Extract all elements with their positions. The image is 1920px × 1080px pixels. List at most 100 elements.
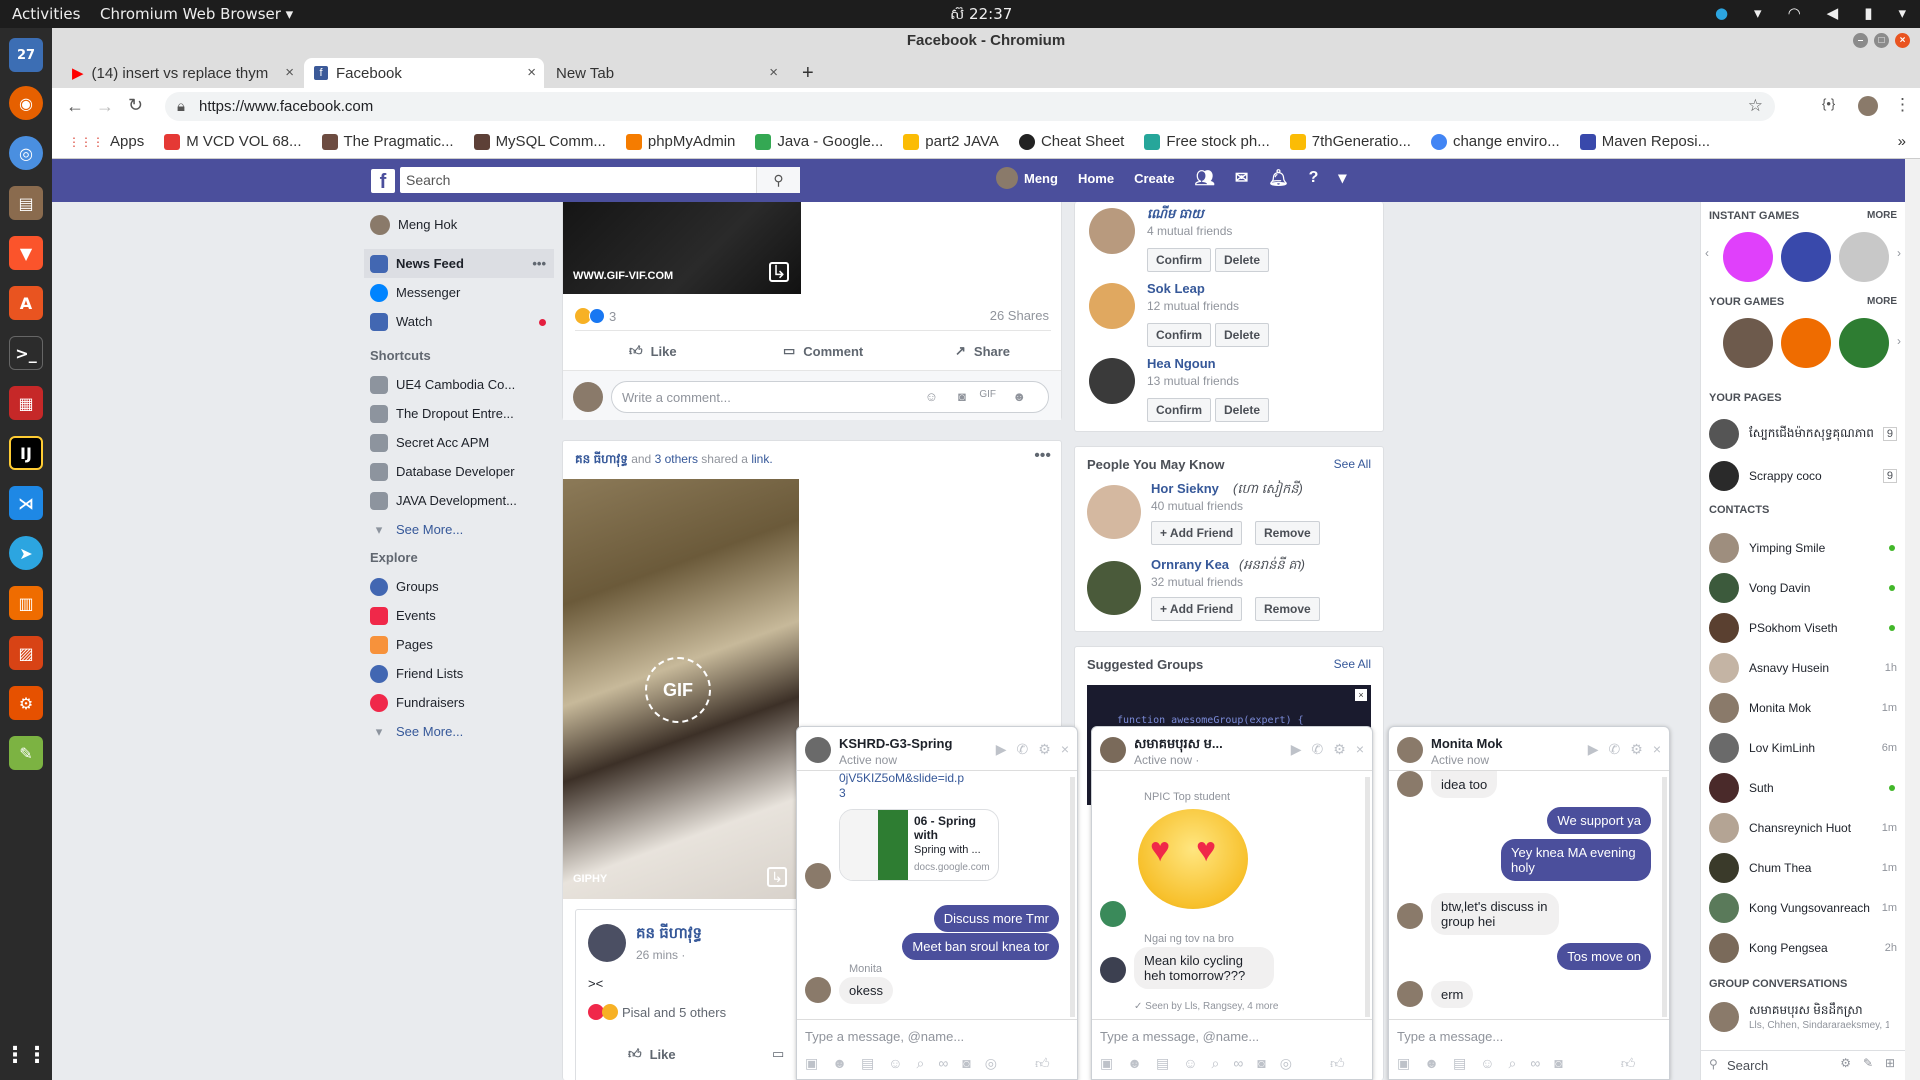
friend-requests-icon[interactable]: 👥︎ (1195, 168, 1215, 188)
link-icon[interactable]: ∞ (1530, 1055, 1540, 1072)
chevron-right-icon[interactable]: › (1897, 334, 1901, 348)
like-button[interactable]: 👍︎ Like (628, 1046, 676, 1062)
tab-new-tab[interactable]: New Tab × (546, 58, 786, 88)
home-link[interactable]: Home (1078, 171, 1114, 186)
new-group-icon[interactable]: ⊞ (1885, 1056, 1895, 1070)
close-tab-icon[interactable]: × (285, 64, 294, 81)
brave-icon[interactable]: ▼ (9, 236, 43, 270)
remove-button[interactable]: Remove (1255, 521, 1320, 545)
share-count[interactable]: 26 Shares (990, 308, 1049, 323)
avatar[interactable] (1089, 283, 1135, 329)
heart-eyes-sticker[interactable]: ♥ ♥ (1138, 809, 1248, 909)
notifications-bell-icon[interactable]: 🔔︎ (1268, 168, 1288, 188)
video-call-icon[interactable]: ▶ (1291, 741, 1302, 758)
sticker-icon[interactable]: ☻ (832, 1055, 847, 1072)
gear-icon[interactable]: ⚙ (1333, 741, 1346, 758)
contact-item[interactable]: Monita Mok 1m (1709, 690, 1899, 726)
back-icon[interactable]: ← (66, 96, 84, 117)
profile-avatar[interactable] (1858, 96, 1878, 116)
settings-icon[interactable]: ⚙ (9, 686, 43, 720)
confirm-button[interactable]: Confirm (1147, 398, 1211, 422)
bookmark-item[interactable]: part2 JAVA (893, 133, 1009, 150)
shortcut-item[interactable]: JAVA Development... (364, 486, 554, 515)
more-options-icon[interactable]: ••• (532, 256, 546, 271)
add-friend-button[interactable]: + Add Friend (1151, 521, 1243, 545)
profile-link[interactable]: Meng Hok (364, 210, 554, 239)
chat-header[interactable]: Monita Mok Active now ▶ ✆ ⚙ × (1389, 727, 1669, 771)
like-button[interactable]: 👍︎ Like (629, 343, 677, 359)
audio-icon[interactable]: ◎ (985, 1055, 997, 1072)
gear-icon[interactable]: ⚙ (1840, 1056, 1851, 1070)
avatar[interactable] (1089, 208, 1135, 254)
bookmark-item[interactable]: 7thGeneratio... (1280, 133, 1421, 150)
files-icon[interactable]: ▤ (9, 186, 43, 220)
open-icon[interactable]: ↳ (769, 262, 789, 282)
telegram-icon[interactable]: ➤ (9, 536, 43, 570)
shared-link[interactable]: 0jV5KIZ5oM&slide=id.p3 (839, 771, 969, 801)
video-call-icon[interactable]: ▶ (1588, 741, 1599, 758)
battery-icon[interactable]: ▮ (1864, 4, 1872, 22)
confirm-button[interactable]: Confirm (1147, 323, 1211, 347)
comment-icon[interactable]: ▭ (772, 1046, 784, 1062)
explore-item-friend-lists[interactable]: Friend Lists (364, 659, 554, 688)
author-link[interactable]: គន ធីហាវុទ្ធ (636, 924, 702, 946)
link-icon[interactable]: ∞ (938, 1055, 948, 1072)
tab-youtube[interactable]: ▶ (14) insert vs replace thym × (62, 58, 302, 88)
page-scrollbar[interactable] (1905, 159, 1920, 1080)
firefox-icon[interactable]: ◉ (9, 86, 43, 120)
group-conversation-item[interactable]: សមាគមបុរស មិនដឹកស្រា Lls, Chhen, Sindara… (1709, 1002, 1899, 1038)
presentation-icon[interactable]: ▨ (9, 636, 43, 670)
person-name[interactable]: Ornrany Kea (1151, 557, 1229, 572)
tab-facebook[interactable]: f Facebook × (304, 58, 544, 88)
image-icon[interactable]: ▣ (1100, 1055, 1113, 1072)
message-input[interactable]: Type a message, @name... (1100, 1029, 1259, 1044)
chat-title[interactable]: Monita Mok (1431, 736, 1503, 751)
shortcuts-see-more[interactable]: ▾ See More... (364, 515, 554, 544)
bookmark-item[interactable]: Cheat Sheet (1009, 133, 1134, 150)
game-thumbnail[interactable] (1723, 318, 1773, 368)
new-tab-button[interactable]: + (792, 58, 824, 88)
show-applications-icon[interactable]: ⋮⋮ (4, 1038, 48, 1072)
close-icon[interactable]: × (1356, 741, 1364, 758)
emoji-icon[interactable]: ☺ (888, 1055, 902, 1072)
wifi-icon[interactable]: ◠ (1788, 4, 1801, 22)
mutual-friends[interactable]: 4 mutual friends (1147, 224, 1232, 238)
message-input[interactable]: Type a message, @name... (805, 1029, 964, 1044)
post-options-icon[interactable]: ••• (1034, 447, 1051, 465)
contact-item[interactable]: Chum Thea 1m (1709, 850, 1899, 886)
camera-icon[interactable]: ◙ (1257, 1055, 1265, 1072)
emoji-icon[interactable]: ☺ (925, 389, 938, 404)
shortcut-item[interactable]: The Dropout Entre... (364, 399, 554, 428)
contact-item[interactable]: Yimping Smile (1709, 530, 1899, 566)
shortcut-item[interactable]: Secret Acc APM (364, 428, 554, 457)
attach-icon[interactable]: ⌕ (917, 1055, 925, 1072)
close-window-button[interactable]: × (1895, 33, 1910, 48)
chat-search-input[interactable]: Search (1727, 1058, 1768, 1073)
messenger-icon[interactable]: ✉ (1235, 168, 1248, 188)
phone-icon[interactable]: ✆ (1312, 741, 1324, 758)
open-icon[interactable]: ↳ (767, 867, 787, 887)
facebook-search-input[interactable]: Search ⚲ (400, 167, 800, 193)
contact-item[interactable]: Vong Davin (1709, 570, 1899, 606)
camera-icon[interactable]: ◙ (962, 1055, 970, 1072)
minimize-button[interactable]: – (1853, 33, 1868, 48)
camera-icon[interactable]: ◙ (958, 389, 966, 404)
requester-name[interactable]: Hea Ngoun (1147, 356, 1216, 371)
telegram-tray-icon[interactable]: ● (1715, 4, 1728, 22)
chat-scrollbar[interactable] (1070, 777, 1075, 1017)
bookmark-item[interactable]: M VCD VOL 68... (154, 133, 311, 150)
close-icon[interactable]: × (1653, 741, 1661, 758)
volume-icon[interactable]: ◀ (1827, 4, 1839, 22)
post-time[interactable]: 26 mins · (636, 948, 685, 962)
explore-item-events[interactable]: Events (364, 601, 554, 630)
explore-item-groups[interactable]: Groups (364, 572, 554, 601)
chat-scrollbar[interactable] (1365, 777, 1370, 1017)
mutual-friends[interactable]: 13 mutual friends (1147, 374, 1239, 388)
image-icon[interactable]: ▣ (805, 1055, 818, 1072)
bookmark-apps[interactable]: ⋮⋮⋮ Apps (52, 133, 154, 150)
compose-icon[interactable]: ✎ (1863, 1056, 1873, 1070)
clock[interactable]: ស៊ 22:37 (950, 5, 1050, 27)
extension-icon[interactable]: {•} (1822, 96, 1835, 111)
contact-item[interactable]: Suth (1709, 770, 1899, 806)
explore-item-pages[interactable]: Pages (364, 630, 554, 659)
